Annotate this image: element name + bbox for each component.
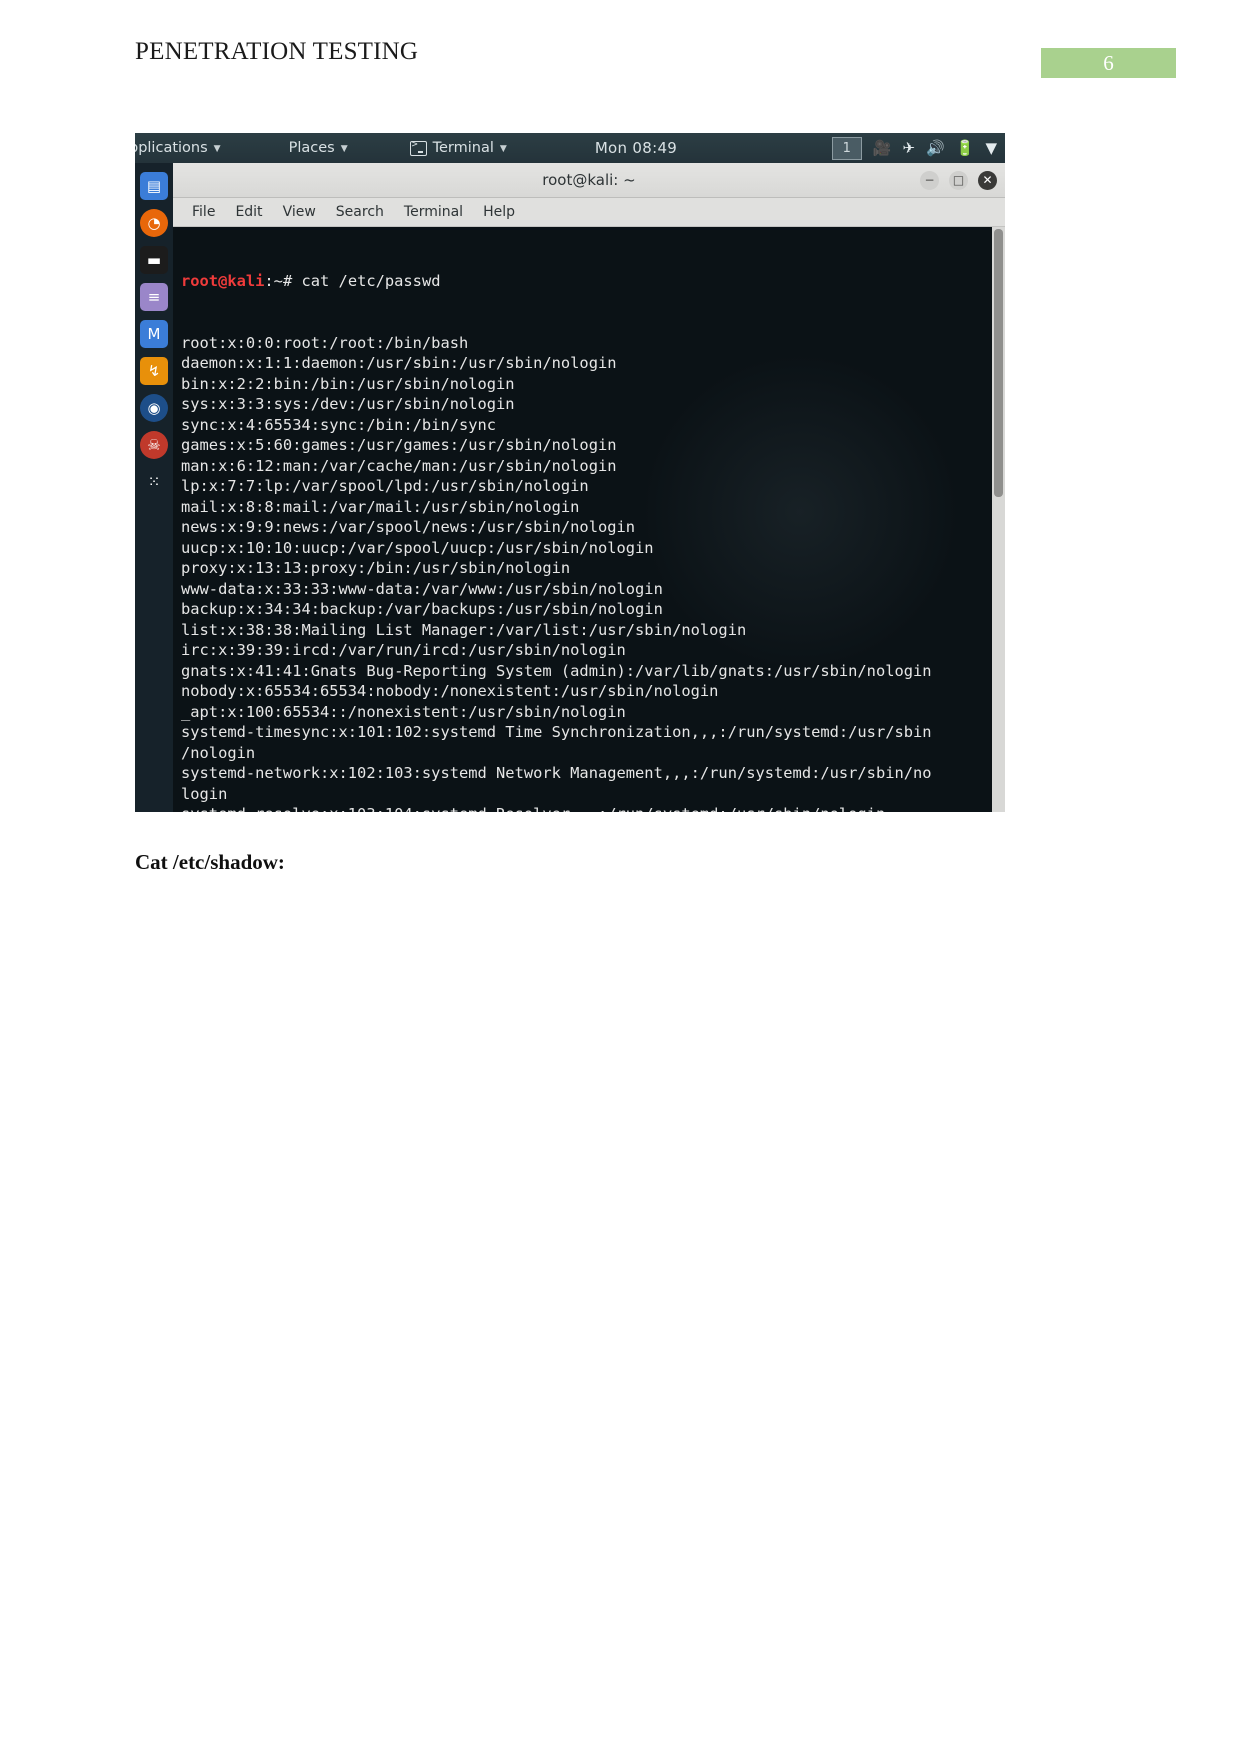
chevron-down-icon: ▼ xyxy=(213,144,221,154)
terminal-output-line: gnats:x:41:41:Gnats Bug-Reporting System… xyxy=(181,661,932,680)
menu-terminal-app[interactable]: Terminal ▼ xyxy=(401,133,516,163)
terminal-icon: ▬ xyxy=(146,251,162,269)
terminal-output-line: irc:x:39:39:ircd:/var/run/ircd:/usr/sbin… xyxy=(181,641,626,659)
terminal-output-lines: root:x:0:0:root:/root:/bin/bash daemon:x:… xyxy=(181,333,989,813)
minimize-button[interactable]: − xyxy=(920,171,939,190)
clock-label: Mon 08:49 xyxy=(594,139,678,157)
desktop-top-panel: pplications ▼ Places ▼ Terminal ▼ Mon 08… xyxy=(135,133,1005,163)
terminal-output-line: backup:x:34:34:backup:/var/backups:/usr/… xyxy=(181,600,663,618)
firefox-icon: ◔ xyxy=(147,214,161,232)
prompt-separator: :~# xyxy=(264,272,302,290)
page-number-label: 6 xyxy=(1103,50,1114,75)
terminal-output-line: daemon:x:1:1:daemon:/usr/sbin:/usr/sbin/… xyxy=(181,354,617,372)
terminal-output-line: proxy:x:13:13:proxy:/bin:/usr/sbin/nolog… xyxy=(181,559,571,577)
menu-file[interactable]: File xyxy=(183,201,224,223)
terminal-output-line: nobody:x:65534:65534:nobody:/nonexistent… xyxy=(181,682,719,700)
workspace-indicator[interactable]: 1 xyxy=(831,136,862,160)
page-title: PENETRATION TESTING xyxy=(135,38,419,65)
menu-places[interactable]: Places ▼ xyxy=(280,133,357,163)
dock-item-show-applications[interactable]: ⁙ xyxy=(140,468,168,496)
terminal-output-line: sys:x:3:3:sys:/dev:/usr/sbin/nologin xyxy=(181,395,515,413)
terminal-command: cat /etc/passwd xyxy=(301,272,441,290)
terminal-output-line: _apt:x:100:65534::/nonexistent:/usr/sbin… xyxy=(181,702,626,721)
window-titlebar[interactable]: root@kali: ~ − □ ✕ xyxy=(173,163,1005,198)
dock-item-mail[interactable]: M xyxy=(140,320,168,348)
embedded-screenshot: pplications ▼ Places ▼ Terminal ▼ Mon 08… xyxy=(135,133,1005,812)
chevron-down-icon: ▼ xyxy=(340,144,348,154)
dock-item-files[interactable]: ▤ xyxy=(140,172,168,200)
terminal-output-line: /nologin xyxy=(181,743,256,762)
dock-item-metasploit[interactable]: ☠ xyxy=(140,431,168,459)
terminal-output-line: list:x:38:38:Mailing List Manager:/var/l… xyxy=(181,620,747,639)
window-controls: − □ ✕ xyxy=(920,171,997,190)
dock-item-firefox[interactable]: ◔ xyxy=(140,209,168,237)
clock[interactable]: Mon 08:49 xyxy=(586,133,686,163)
terminal-output-line: www-data:x:33:33:www-data:/var/www:/usr/… xyxy=(181,579,663,598)
window-title: root@kali: ~ xyxy=(542,171,636,189)
terminal-menubar: File Edit View Search Terminal Help xyxy=(173,198,1005,227)
terminal-output-line: systemd-resolve:x:103:104:systemd Resolv… xyxy=(181,804,989,812)
terminal-output-line: systemd-timesync:x:101:102:systemd Time … xyxy=(181,723,932,741)
mail-icon: M xyxy=(147,325,161,343)
dock-item-zenmap[interactable]: ↯ xyxy=(140,357,168,385)
system-tray: 1 🎥 ✈ 🔊 🔋 ▼ xyxy=(831,136,1005,160)
terminal-output-line: mail:x:8:8:mail:/var/mail:/usr/sbin/nolo… xyxy=(181,497,580,516)
favorites-dock: ▤ ◔ ▬ ≡ M ↯ ◉ ☠ ⁙ xyxy=(135,163,173,812)
terminal-output-line: man:x:6:12:man:/var/cache/man:/usr/sbin/… xyxy=(181,456,617,475)
terminal-prompt-line: root@kali:~# cat /etc/passwd xyxy=(181,271,989,292)
menu-applications[interactable]: pplications ▼ xyxy=(135,133,230,163)
chevron-down-icon[interactable]: ▼ xyxy=(985,140,997,156)
menu-search[interactable]: Search xyxy=(327,201,393,223)
terminal-scrollbar-thumb[interactable] xyxy=(994,229,1003,497)
places-label: Places xyxy=(288,140,335,156)
prompt-host: root@kali xyxy=(181,272,265,290)
terminal-output-line: news:x:9:9:news:/var/spool/news:/usr/sbi… xyxy=(181,518,636,536)
screencast-icon[interactable]: 🎥 xyxy=(873,140,892,156)
terminal-output-line: login xyxy=(181,784,228,803)
menu-help[interactable]: Help xyxy=(474,201,524,223)
metasploit-icon: ☠ xyxy=(147,436,161,454)
terminal-output-line: lp:x:7:7:lp:/var/spool/lpd:/usr/sbin/nol… xyxy=(181,477,589,495)
menu-edit[interactable]: Edit xyxy=(226,201,271,223)
page-header: PENETRATION TESTING 6 xyxy=(0,38,1241,80)
dock-item-terminal[interactable]: ▬ xyxy=(140,246,168,274)
applications-label: pplications xyxy=(135,140,208,156)
grid-icon: ⁙ xyxy=(147,473,161,491)
dock-item-burpsuite[interactable]: ◉ xyxy=(140,394,168,422)
close-button[interactable]: ✕ xyxy=(978,171,997,190)
terminal-output-line: root:x:0:0:root:/root:/bin/bash xyxy=(181,333,469,352)
chevron-down-icon: ▼ xyxy=(499,144,507,154)
terminal-label: Terminal xyxy=(432,140,494,156)
zenmap-icon: ↯ xyxy=(147,362,161,380)
burpsuite-icon: ◉ xyxy=(147,399,161,417)
terminal-output-line: sync:x:4:65534:sync:/bin:/bin/sync xyxy=(181,415,497,434)
bluetooth-icon[interactable]: ✈ xyxy=(903,140,916,156)
menu-view[interactable]: View xyxy=(274,201,325,223)
volume-icon[interactable]: 🔊 xyxy=(926,140,945,156)
figure-caption: Cat /etc/shadow: xyxy=(135,850,285,874)
dock-item-text-editor[interactable]: ≡ xyxy=(140,283,168,311)
terminal-output-line: games:x:5:60:games:/usr/games:/usr/sbin/… xyxy=(181,436,617,454)
terminal-icon xyxy=(409,139,427,156)
menu-terminal[interactable]: Terminal xyxy=(395,201,472,223)
terminal-output-line: bin:x:2:2:bin:/bin:/usr/sbin/nologin xyxy=(181,374,515,393)
battery-icon[interactable]: 🔋 xyxy=(956,140,975,156)
terminal-scrollbar[interactable] xyxy=(992,227,1005,812)
terminal-text: root@kali:~# cat /etc/passwd root:x:0:0:… xyxy=(181,230,989,812)
page-number-badge: 6 xyxy=(1041,48,1176,78)
terminal-output-area[interactable]: root@kali:~# cat /etc/passwd root:x:0:0:… xyxy=(173,227,1005,812)
terminal-output-line: uucp:x:10:10:uucp:/var/spool/uucp:/usr/s… xyxy=(181,538,654,557)
text-editor-icon: ≡ xyxy=(147,288,161,306)
maximize-button[interactable]: □ xyxy=(949,171,968,190)
workspace-number: 1 xyxy=(842,140,851,156)
files-icon: ▤ xyxy=(146,177,162,195)
terminal-output-line: systemd-network:x:102:103:systemd Networ… xyxy=(181,764,932,782)
